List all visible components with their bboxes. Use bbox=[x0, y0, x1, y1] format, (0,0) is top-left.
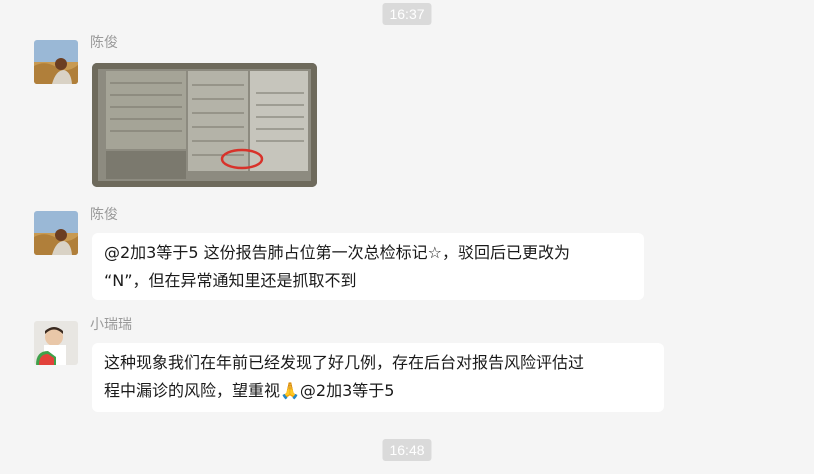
text-message[interactable]: @2加3等于5 这份报告肺占位第一次总检标记☆，驳回后已更改为 “N”，但在异常… bbox=[92, 233, 644, 300]
wheat-field-avatar-icon bbox=[34, 211, 78, 255]
text-message[interactable]: 这种现象我们在年前已经发现了好几例，存在后台对报告风险评估过 程中漏诊的风险，望… bbox=[92, 343, 664, 412]
message-line: 这种现象我们在年前已经发现了好几例，存在后台对报告风险评估过 bbox=[104, 353, 585, 372]
sender-avatar[interactable] bbox=[34, 211, 78, 255]
message-line: 程中漏诊的风险，望重视🙏@2加3等于5 bbox=[104, 381, 395, 400]
photo-thumbnail bbox=[92, 63, 317, 187]
timestamp: 16:48 bbox=[382, 439, 432, 461]
image-message[interactable] bbox=[92, 63, 317, 187]
sender-name: 陈俊 bbox=[90, 207, 118, 223]
wheat-field-avatar-icon bbox=[34, 40, 78, 84]
sender-avatar[interactable] bbox=[34, 321, 78, 365]
message-line: @2加3等于5 这份报告肺占位第一次总检标记☆，驳回后已更改为 bbox=[104, 243, 570, 262]
message-line: “N”，但在异常通知里还是抓取不到 bbox=[104, 271, 357, 290]
sender-avatar[interactable] bbox=[34, 40, 78, 84]
sender-name: 陈俊 bbox=[90, 35, 118, 51]
child-watermelon-avatar-icon bbox=[34, 321, 78, 365]
timestamp: 16:37 bbox=[382, 3, 432, 25]
sender-name: 小瑞瑞 bbox=[90, 317, 132, 333]
